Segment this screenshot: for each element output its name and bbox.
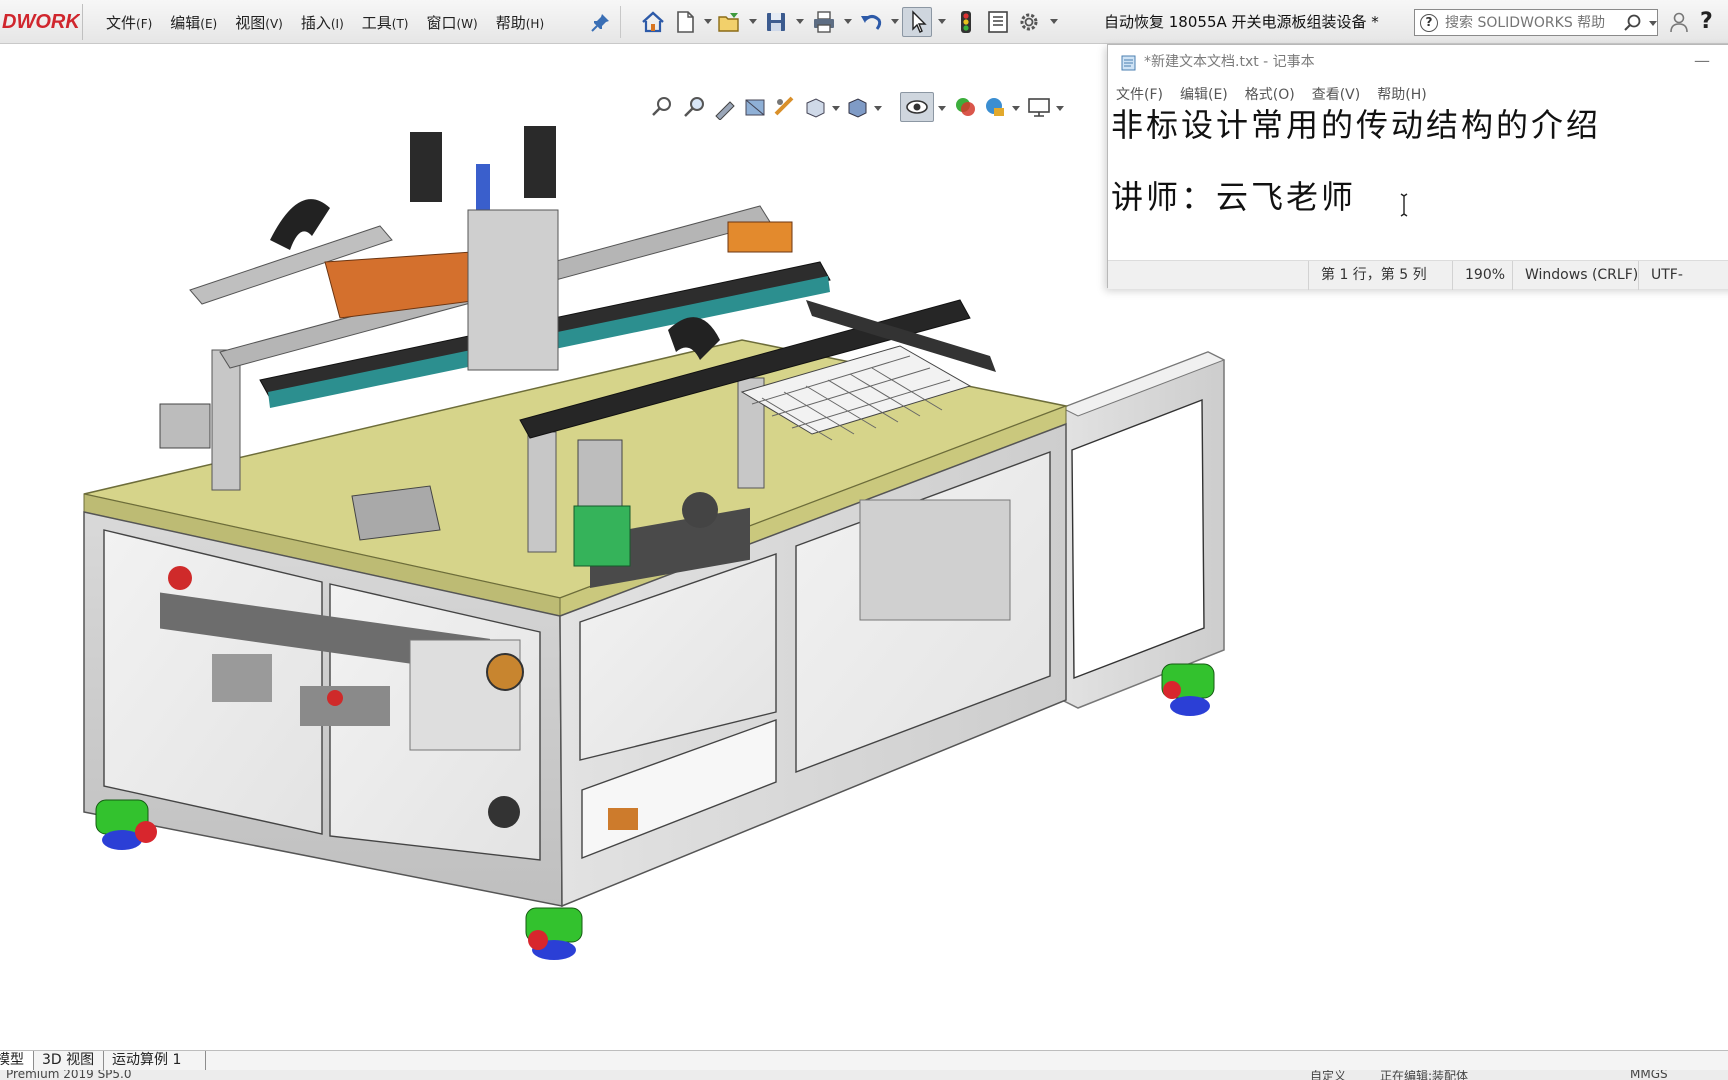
view-settings-monitor-icon[interactable] [1026,94,1052,120]
tab-3d-view[interactable]: 3D 视图 [34,1051,104,1071]
status-units-custom: 自定义 [1310,1070,1347,1080]
save-dropdown-icon[interactable] [796,19,804,24]
help-question-icon: ? [1420,14,1438,32]
previous-view-icon[interactable] [712,94,738,120]
select-dropdown-icon[interactable] [938,19,946,24]
help-icon[interactable]: ? [1700,8,1722,36]
toolbar-divider [82,4,83,40]
hide-show-eye-icon[interactable] [904,94,930,120]
gear-icon[interactable] [1016,9,1042,35]
menu-edit[interactable]: 编辑(E) [170,12,217,33]
scene-dropdown-icon[interactable] [1012,106,1020,111]
notepad-app-icon [1121,55,1136,71]
new-dropdown-icon[interactable] [704,19,712,24]
text-line-blank [1111,145,1728,177]
open-folder-icon[interactable] [716,9,742,35]
notepad-window[interactable]: *新建文本文档.txt - 记事本 — 文件(F) 编辑(E) 格式(O) 查看… [1107,44,1728,290]
display-style-dropdown-icon[interactable] [874,106,882,111]
notepad-text-area[interactable]: 非标设计常用的传动结构的介绍 讲师：云飞老师 [1108,105,1728,255]
document-title: 自动恢复 18055A 开关电源板组装设备 * [1104,13,1379,31]
menu-insert[interactable]: 插入(I) [301,12,344,33]
text-line-lecturer: 讲师：云飞老师 [1111,178,1357,216]
save-icon[interactable] [763,9,789,35]
hide-show-dropdown-icon[interactable] [938,106,946,111]
open-dropdown-icon[interactable] [749,19,757,24]
print-dropdown-icon[interactable] [844,19,852,24]
search-dropdown-icon[interactable] [1649,21,1657,26]
tab-model[interactable]: 模型 [0,1051,34,1071]
zoom-area-icon[interactable] [682,94,708,120]
status-version: Premium 2019 SP5.0 [6,1070,132,1080]
notepad-menubar: 文件(F) 编辑(E) 格式(O) 查看(V) 帮助(H) [1116,83,1444,105]
tab-motion-study[interactable]: 运动算例 1 [104,1051,206,1071]
user-icon[interactable] [1668,11,1690,33]
notepad-menu-help[interactable]: 帮助(H) [1377,84,1426,104]
line-ending: Windows (CRLF) [1512,261,1638,290]
menu-view[interactable]: 视图(V) [235,12,283,33]
apply-scene-icon[interactable] [982,94,1008,120]
encoding: UTF- [1638,261,1698,290]
menu-window[interactable]: 窗口(W) [426,12,477,33]
zoom-to-fit-icon[interactable] [650,94,676,120]
status-bar: Premium 2019 SP5.0 自定义 正在编辑:装配体 MMGS [0,1070,1728,1080]
menu-help[interactable]: 帮助(H) [496,12,544,33]
status-editing: 正在编辑:装配体 [1380,1070,1469,1080]
pin-icon[interactable] [589,12,611,34]
notepad-titlebar[interactable]: *新建文本文档.txt - 记事本 — [1108,45,1728,79]
dynamic-annotation-icon[interactable] [772,94,798,120]
undo-dropdown-icon[interactable] [891,19,899,24]
cursor-position: 第 1 行，第 5 列 [1308,261,1452,290]
notepad-title: *新建文本文档.txt - 记事本 [1144,54,1315,70]
minimize-icon[interactable]: — [1694,53,1712,71]
options-dropdown-icon[interactable] [1050,19,1058,24]
text-cursor-icon [1400,193,1408,217]
menu-tools[interactable]: 工具(T) [362,12,409,33]
notepad-menu-view[interactable]: 查看(V) [1312,84,1361,104]
solidworks-logo: DWORKS [2,11,80,33]
menu-file[interactable]: 文件(F) [106,12,152,33]
rebuild-traffic-light-icon[interactable] [953,9,979,35]
side-panel-extension [1060,351,1226,709]
notepad-menu-format[interactable]: 格式(O) [1245,84,1295,104]
view-orientation-icon[interactable] [802,94,828,120]
view-settings-dropdown-icon[interactable] [1056,106,1064,111]
print-icon[interactable] [811,9,837,35]
status-units[interactable]: MMGS [1630,1070,1668,1080]
select-cursor-icon[interactable] [905,9,931,35]
zoom-level: 190% [1452,261,1512,290]
caster-front-left [95,799,157,850]
search-icon[interactable] [1623,13,1643,33]
main-menubar: 文件(F) 编辑(E) 视图(V) 插入(I) 工具(T) 窗口(W) 帮助(H… [106,0,562,44]
undo-icon[interactable] [858,9,884,35]
home-icon[interactable] [640,9,666,35]
notepad-statusbar: 第 1 行，第 5 列 190% Windows (CRLF) UTF- [1108,260,1728,290]
file-properties-icon[interactable] [985,9,1011,35]
section-view-icon[interactable] [742,94,768,120]
top-toolbar: DWORKS 文件(F) 编辑(E) 视图(V) 插入(I) 工具(T) 窗口(… [0,0,1728,44]
edit-appearance-icon[interactable] [952,94,978,120]
caster-front-center [525,907,583,960]
help-search-input[interactable] [1445,12,1615,33]
new-document-icon[interactable] [672,9,698,35]
view-orientation-dropdown-icon[interactable] [832,106,840,111]
bottom-tab-strip: 模型 3D 视图 运动算例 1 [0,1050,1728,1071]
caster-back-right [1161,663,1215,716]
notepad-menu-edit[interactable]: 编辑(E) [1180,84,1228,104]
solidworks-window: DWORKS 文件(F) 编辑(E) 视图(V) 插入(I) 工具(T) 窗口(… [0,0,1728,1080]
help-search-box[interactable]: ? [1414,9,1658,36]
toolbar-divider [620,6,621,38]
display-style-icon[interactable] [844,94,870,120]
notepad-menu-file[interactable]: 文件(F) [1116,84,1163,104]
heads-up-view-toolbar [648,90,1078,124]
text-line-title: 非标设计常用的传动结构的介绍 [1111,106,1602,144]
